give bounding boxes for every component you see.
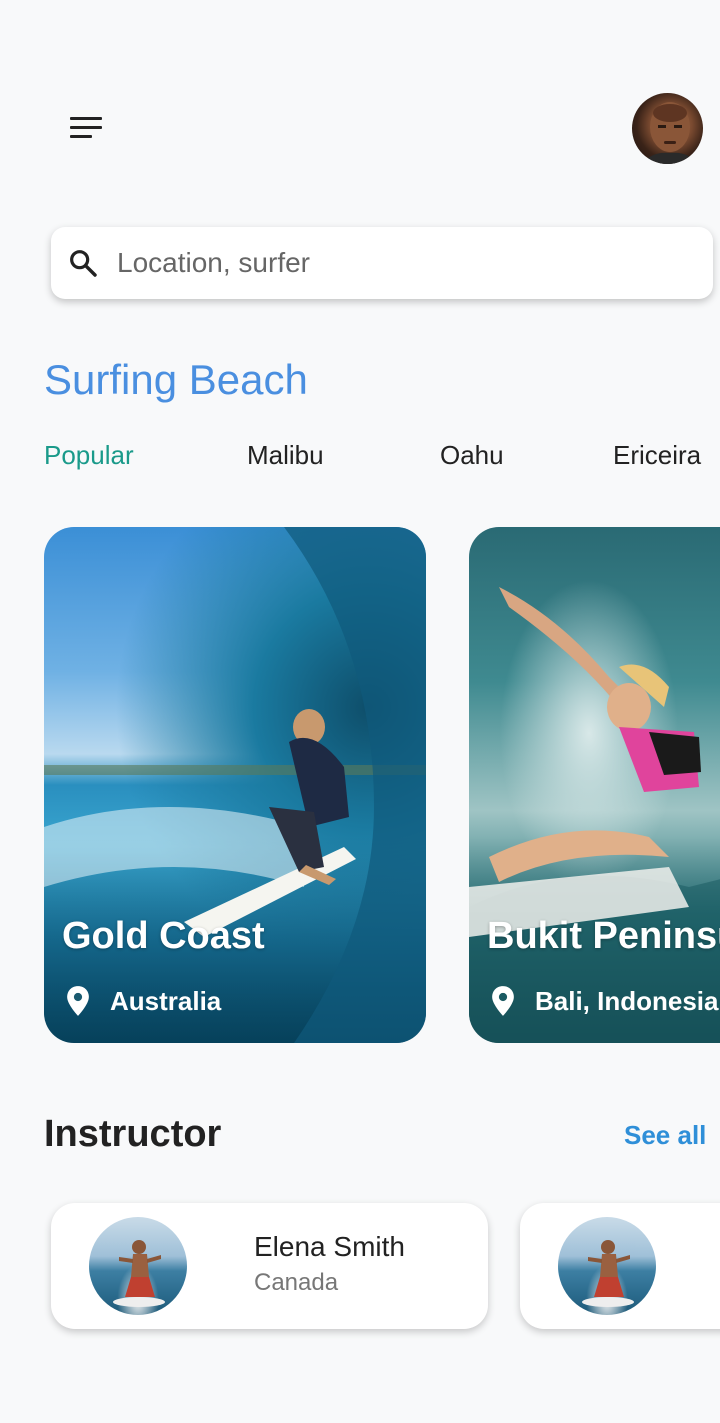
avatar-face-icon — [642, 102, 698, 164]
beach-name: Gold Coast — [62, 915, 265, 957]
instructor-avatar — [558, 1217, 656, 1315]
beach-name: Bukit Peninsula — [487, 915, 720, 957]
location-tabs: Popular Malibu Oahu Ericeira — [0, 440, 720, 484]
section-title: Surfing Beach — [44, 356, 308, 403]
surf-photo — [469, 587, 720, 1043]
tab-oahu[interactable]: Oahu — [440, 440, 504, 471]
tab-ericeira[interactable]: Ericeira — [613, 440, 701, 471]
tab-malibu[interactable]: Malibu — [247, 440, 324, 471]
location-pin-icon — [67, 986, 89, 1016]
beach-location: Australia — [64, 984, 221, 1018]
search-icon — [70, 250, 97, 277]
menu-line — [70, 117, 102, 120]
menu-icon[interactable] — [60, 108, 112, 148]
beach-location-label: Bali, Indonesia — [535, 985, 719, 1016]
beach-location: Bali, Indonesia — [489, 984, 719, 1018]
surfer-photo — [582, 1240, 634, 1307]
search-bar[interactable] — [51, 227, 713, 299]
see-all-link[interactable]: See all — [624, 1120, 706, 1151]
beach-location-label: Australia — [110, 985, 222, 1016]
menu-line — [70, 126, 102, 129]
user-avatar[interactable] — [632, 93, 703, 164]
beach-card[interactable]: Bukit Peninsula Bali, Indonesia — [469, 527, 720, 1043]
instructor-name: Elena Smith — [254, 1231, 405, 1262]
search-input[interactable] — [117, 239, 697, 287]
instructor-section-title: Instructor — [44, 1113, 222, 1155]
instructor-card[interactable] — [520, 1203, 720, 1329]
surf-photo — [44, 527, 426, 1043]
instructor-card[interactable]: Elena Smith Canada — [51, 1203, 488, 1329]
instructor-avatar — [89, 1217, 187, 1315]
beach-card[interactable]: Gold Coast Australia — [44, 527, 426, 1043]
location-pin-icon — [492, 986, 514, 1016]
app-screen: Surfing Beach Popular Malibu Oahu Ericei… — [0, 0, 720, 1423]
menu-line — [70, 135, 92, 138]
tab-popular[interactable]: Popular — [44, 440, 134, 471]
instructor-country: Canada — [254, 1269, 339, 1296]
surfer-photo — [113, 1240, 165, 1307]
